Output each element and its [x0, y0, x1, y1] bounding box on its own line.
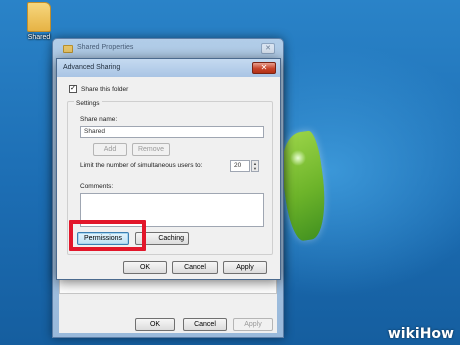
folder-icon	[27, 2, 51, 32]
dialog-cancel-button[interactable]: Cancel	[172, 261, 218, 274]
watermark-wiki: wiki	[387, 326, 420, 342]
properties-ok-button[interactable]: OK	[135, 318, 175, 331]
permissions-highlight-box	[69, 220, 146, 251]
share-name-input[interactable]: Shared	[80, 126, 264, 138]
properties-close-button[interactable]: ✕	[261, 43, 275, 54]
desktop-icon-shared-folder[interactable]: Shared	[24, 2, 54, 41]
comments-label: Comments:	[80, 183, 114, 190]
limit-users-spinner[interactable]: ▲ ▼	[251, 160, 259, 172]
remove-share-button[interactable]: Remove	[132, 143, 170, 156]
logo-glow	[290, 150, 306, 166]
properties-apply-button[interactable]: Apply	[233, 318, 273, 331]
limit-users-input[interactable]: 20	[230, 160, 250, 172]
properties-button-panel: OK Cancel Apply	[59, 293, 277, 333]
dialog-close-button[interactable]: ✕	[252, 62, 276, 74]
dialog-ok-button[interactable]: OK	[123, 261, 167, 274]
settings-group-label: Settings	[74, 100, 102, 107]
properties-titlebar: Shared Properties ✕	[53, 39, 283, 59]
add-share-button[interactable]: Add	[93, 143, 127, 156]
wikihow-watermark: wikiHow	[388, 326, 454, 342]
share-name-label: Share name:	[80, 116, 118, 123]
dialog-title: Advanced Sharing	[63, 64, 121, 71]
windows-logo-fragment	[276, 129, 332, 243]
limit-users-label: Limit the number of simultaneous users t…	[80, 162, 203, 169]
watermark-how: How	[419, 326, 454, 342]
properties-title: Shared Properties	[77, 44, 134, 51]
dialog-titlebar: Advanced Sharing ✕	[57, 59, 280, 77]
desktop-icon-label: Shared	[27, 34, 51, 41]
properties-cancel-button[interactable]: Cancel	[183, 318, 227, 331]
folder-icon	[63, 45, 73, 53]
share-folder-checkbox[interactable]: ✓	[69, 85, 77, 93]
dialog-apply-button[interactable]: Apply	[223, 261, 267, 274]
share-folder-label: Share this folder	[81, 86, 129, 93]
